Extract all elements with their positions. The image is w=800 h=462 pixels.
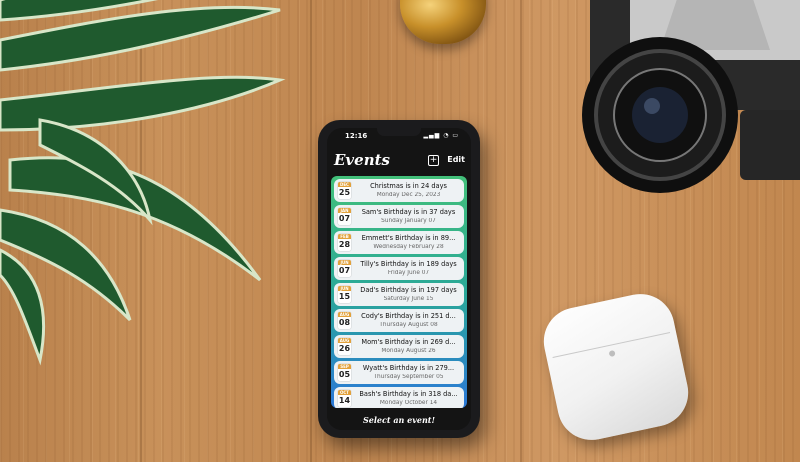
event-title: Mom's Birthday is in 269 d... (361, 338, 456, 346)
event-title: Christmas is in 24 days (370, 182, 447, 190)
plank-seam (310, 0, 312, 462)
event-row[interactable]: FEB 28 Emmett's Birthday is in 89... Wedn… (334, 231, 464, 254)
calendar-icon: SEP 05 (338, 364, 351, 381)
signal-wifi-battery-icon: ▂▄▆ ◔ ▭ (423, 132, 459, 139)
event-date: Monday October 14 (379, 400, 438, 406)
event-date: Monday August 26 (381, 348, 436, 354)
event-row[interactable]: AUG 26 Mom's Birthday is in 269 d... Mond… (334, 335, 464, 358)
event-title: Cody's Birthday is in 251 d... (361, 312, 456, 320)
event-title: Bash's Birthday is in 318 da... (359, 390, 458, 398)
event-row[interactable]: SEP 05 Wyatt's Birthday is in 279... Thur… (334, 361, 464, 384)
calendar-icon: JUN 15 (338, 286, 351, 303)
calendar-icon: JAN 07 (338, 208, 351, 225)
status-time: 12:16 (345, 132, 368, 140)
event-title: Wyatt's Birthday is in 279... (362, 364, 455, 372)
calendar-icon: AUG 08 (338, 312, 351, 329)
plank-seam (520, 0, 522, 462)
event-title: Tilly's Birthday is in 189 days (360, 260, 457, 268)
camera (582, 0, 800, 193)
event-date: Thursday August 08 (379, 322, 438, 328)
phone: 12:16 ▂▄▆ ◔ ▭ Events + Edit DEC 25 Christ… (318, 120, 480, 438)
calendar-icon: AUG 26 (338, 338, 351, 355)
event-date: Sunday January 07 (381, 218, 436, 224)
page-title: Events (334, 151, 390, 169)
nav-bar: Events + Edit (327, 148, 471, 174)
phone-screen: 12:16 ▂▄▆ ◔ ▭ Events + Edit DEC 25 Christ… (327, 128, 471, 430)
calendar-icon: JUN 07 (338, 260, 351, 277)
calendar-icon: OCT 14 (338, 390, 351, 407)
event-title: Emmett's Birthday is in 89... (361, 234, 456, 242)
event-title: Dad's Birthday is in 197 days (360, 286, 457, 294)
event-row[interactable]: JAN 07 Sam's Birthday is in 37 days Sunda… (334, 205, 464, 228)
event-row[interactable]: JUN 07 Tilly's Birthday is in 189 days Fr… (334, 257, 464, 280)
event-title: Sam's Birthday is in 37 days (361, 208, 456, 216)
case-led (608, 349, 616, 358)
event-row[interactable]: JUN 15 Dad's Birthday is in 197 days Satu… (334, 283, 464, 306)
event-row[interactable]: AUG 08 Cody's Birthday is in 251 d... Thu… (334, 309, 464, 332)
event-date: Monday Dec 25, 2023 (376, 192, 441, 198)
edit-button[interactable]: Edit (447, 155, 465, 164)
event-date: Friday June 07 (387, 270, 430, 276)
add-event-button[interactable]: + (428, 155, 439, 166)
event-row[interactable]: DEC 25 Christmas is in 24 days Monday Dec… (334, 179, 464, 202)
status-bar: 12:16 ▂▄▆ ◔ ▭ (327, 130, 471, 142)
event-date: Wednesday February 28 (373, 244, 444, 250)
event-row[interactable]: OCT 14 Bash's Birthday is in 318 da... Mo… (334, 387, 464, 408)
event-date: Thursday September 05 (373, 374, 444, 380)
calendar-icon: DEC 25 (338, 182, 351, 199)
event-list[interactable]: DEC 25 Christmas is in 24 days Monday Dec… (331, 176, 467, 408)
event-date: Saturday June 15 (383, 296, 434, 302)
calendar-icon: FEB 28 (338, 234, 351, 251)
footer-prompt: Select an event! (327, 410, 471, 430)
plant-leaves (0, 0, 286, 366)
